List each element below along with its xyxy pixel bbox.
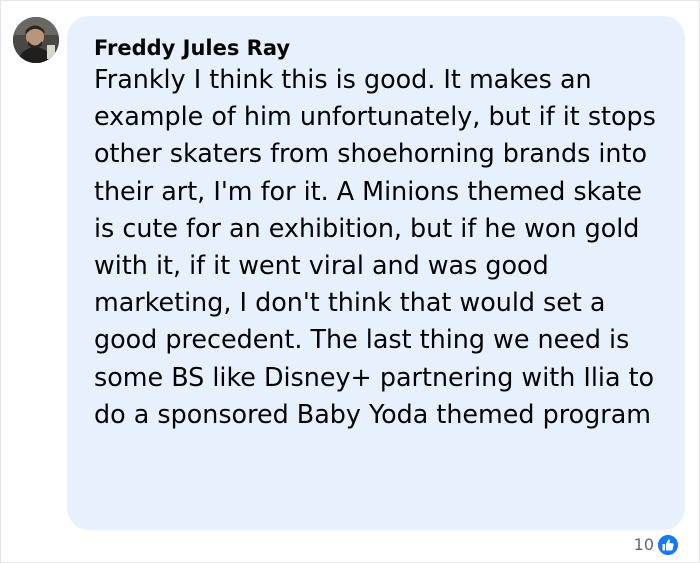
comment-text: Frankly I think this is good. It makes a…	[94, 64, 656, 429]
avatar[interactable]	[13, 17, 59, 63]
comment-card: Freddy Jules Ray Frankly I think this is…	[0, 0, 700, 563]
reaction-count: 10	[633, 535, 654, 554]
like-icon	[657, 534, 679, 556]
avatar-photo	[13, 17, 59, 63]
reaction-summary[interactable]: 10	[634, 533, 679, 557]
author-name[interactable]: Freddy Jules Ray	[94, 35, 663, 61]
comment-bubble: Freddy Jules Ray Frankly I think this is…	[67, 16, 685, 530]
